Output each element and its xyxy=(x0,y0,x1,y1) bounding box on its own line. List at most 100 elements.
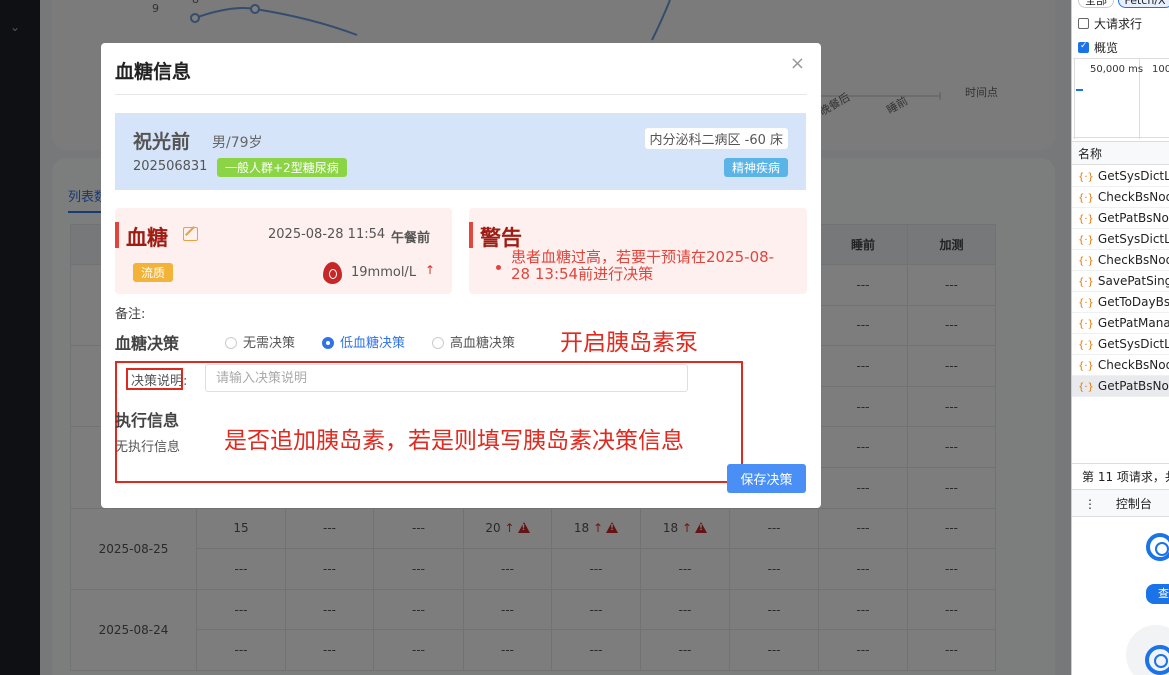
patient-id: 202506831 xyxy=(133,159,208,174)
request-item[interactable]: {·}GetPatManag xyxy=(1072,313,1169,334)
overview-label: 概览 xyxy=(1094,41,1119,55)
fetch-icon: {·} xyxy=(1078,382,1094,393)
radio-icon[interactable] xyxy=(432,337,444,349)
fetch-icon: {·} xyxy=(1078,214,1094,225)
request-name: GetPatManag xyxy=(1097,316,1169,330)
annotation-insulin-pump: 开启胰岛素泵 xyxy=(560,330,698,356)
network-timeline[interactable]: 50,000 ms 100, xyxy=(1073,58,1169,139)
fetch-icon: {·} xyxy=(1078,340,1094,351)
more-menu-icon[interactable]: ⋮ xyxy=(1084,497,1096,511)
radio-label: 无需决策 xyxy=(243,336,296,351)
radio-label: 低血糖决策 xyxy=(340,336,406,351)
fetch-icon: {·} xyxy=(1078,256,1094,267)
remark-label: 备注: xyxy=(115,307,146,322)
console-tab[interactable]: 控制台 xyxy=(1116,497,1152,511)
drawer-tabs: ⋮ 控制台 A xyxy=(1072,489,1169,517)
edit-icon[interactable] xyxy=(183,227,198,241)
request-name: GetPatBsNoc xyxy=(1097,379,1169,393)
annotation-insulin-info: 是否追加胰岛素，若是则填写胰岛素决策信息 xyxy=(224,428,684,454)
meal-period: 午餐前 xyxy=(391,231,431,246)
accent-bar xyxy=(469,222,473,248)
request-item[interactable]: {·} SavePatSingl xyxy=(1072,271,1169,292)
timeline-bar xyxy=(1076,89,1083,91)
save-decision-button[interactable]: 保存决策 xyxy=(727,464,806,493)
devtools-filter-buttons[interactable]: 全部 Fetch/X xyxy=(1078,0,1169,8)
radio-high-sugar-decision[interactable]: 高血糖决策 xyxy=(432,332,515,351)
filter-all-button[interactable]: 全部 xyxy=(1078,0,1114,8)
radio-label: 高血糖决策 xyxy=(450,336,516,351)
patient-gender-age: 男/79岁 xyxy=(212,135,263,151)
decision-label: 血糖决策 xyxy=(115,334,180,353)
devtools-panel: 全部 Fetch/X 大请求行 概览 50,000 ms 100, 名称 {·}… xyxy=(1071,0,1169,675)
radio-no-decision[interactable]: 无需决策 xyxy=(225,332,295,351)
close-icon[interactable]: × xyxy=(790,53,805,74)
divider xyxy=(115,94,807,95)
name-column-header[interactable]: 名称 xyxy=(1072,141,1169,165)
filter-fetch-button[interactable]: Fetch/X xyxy=(1117,0,1169,8)
fetch-icon: {·} xyxy=(1078,172,1094,183)
patient-disease-tag: 精神疾病 xyxy=(723,158,788,177)
request-item[interactable]: {·} CheckBsNod xyxy=(1072,250,1169,271)
diet-tag: 流质 xyxy=(133,263,174,282)
chrome-icon xyxy=(1146,533,1169,561)
request-name: GetSysDictLis xyxy=(1097,169,1169,183)
bullet-icon xyxy=(496,265,501,270)
fetch-icon: {·} xyxy=(1078,277,1094,288)
up-arrow-icon: ↑ xyxy=(425,263,436,277)
request-name: GetPatBsNoc xyxy=(1097,211,1169,225)
patient-group-tag: 一般人群+2型糖尿病 xyxy=(217,158,347,177)
radio-checked-icon[interactable] xyxy=(322,337,334,349)
pill-button[interactable]: 查 xyxy=(1146,584,1169,604)
fetch-icon: {·} xyxy=(1078,319,1094,330)
fetch-icon: {·} xyxy=(1078,193,1094,204)
blood-sugar-card: 血糖 2025-08-28 11:54 午餐前 流质 19mmol/L ↑ xyxy=(115,208,452,294)
request-item[interactable]: {·} CheckBsNod xyxy=(1072,355,1169,376)
modal-title: 血糖信息 xyxy=(115,61,192,83)
request-name: GetToDayBsT xyxy=(1097,295,1169,309)
request-item[interactable]: {·}GetSysDictLis xyxy=(1072,229,1169,250)
blood-sugar-modal: 血糖信息 × 祝光前 男/79岁 内分泌科二病区 -60 床 202506831… xyxy=(101,43,821,508)
blood-drop-icon xyxy=(323,262,342,284)
request-item[interactable]: {·} CheckBsNod xyxy=(1072,187,1169,208)
exec-info-empty: 无执行信息 xyxy=(115,440,181,455)
accent-bar xyxy=(115,222,119,248)
decision-desc-input[interactable] xyxy=(205,364,688,392)
timeline-label-50000: 50,000 ms xyxy=(1090,64,1144,75)
radio-icon[interactable] xyxy=(225,337,237,349)
large-requests-label: 大请求行 xyxy=(1094,17,1143,31)
request-list: {·}GetSysDictLis{·}CheckBsNod{·}GetPatBs… xyxy=(1072,166,1169,397)
fetch-icon: {·} xyxy=(1078,235,1094,246)
timeline-divider xyxy=(1074,59,1075,139)
chrome-icon xyxy=(1145,645,1169,675)
request-item[interactable]: {·}GetToDayBsT xyxy=(1072,292,1169,313)
timeline-label-100: 100, xyxy=(1152,64,1169,75)
overview-row[interactable]: 概览 xyxy=(1078,39,1118,56)
fetch-icon: {·} xyxy=(1078,298,1094,309)
blood-sugar-value: 19mmol/L xyxy=(351,265,417,280)
patient-card: 祝光前 男/79岁 内分泌科二病区 -60 床 202506831 一般人群+2… xyxy=(115,113,806,190)
request-name: GetSysDictLis xyxy=(1097,232,1169,246)
request-item[interactable]: {·} GetPatBsNoc xyxy=(1072,376,1169,397)
request-name: SavePatSingl xyxy=(1097,274,1169,288)
warning-card: 警告 患者血糖过高，若要干预请在2025-08-28 13:54前进行决策 xyxy=(469,208,807,294)
exec-info-label: 执行信息 xyxy=(115,411,180,430)
checkbox-icon[interactable] xyxy=(1078,18,1089,29)
request-name: CheckBsNod xyxy=(1097,253,1169,267)
measure-time: 2025-08-28 11:54 xyxy=(268,227,386,242)
request-name: CheckBsNod xyxy=(1097,358,1169,372)
request-item[interactable]: {·}GetSysDictLis xyxy=(1072,334,1169,355)
request-name: GetSysDictLis xyxy=(1097,337,1169,351)
patient-ward-bed: 内分泌科二病区 -60 床 xyxy=(644,128,788,149)
request-item[interactable]: {·} GetPatBsNoc xyxy=(1072,208,1169,229)
request-item[interactable]: {·}GetSysDictLis xyxy=(1072,166,1169,187)
radio-low-sugar-decision[interactable]: 低血糖决策 xyxy=(322,332,405,351)
warning-text: 患者血糖过高，若要干预请在2025-08-28 13:54前进行决策 xyxy=(511,248,775,283)
request-name: CheckBsNod xyxy=(1097,190,1169,204)
fetch-icon: {·} xyxy=(1078,361,1094,372)
request-status: 第 11 项请求，共 xyxy=(1072,463,1169,489)
patient-name: 祝光前 xyxy=(133,131,191,153)
blood-sugar-title: 血糖 xyxy=(126,226,168,250)
checkbox-checked-icon[interactable] xyxy=(1078,41,1089,53)
large-requests-row[interactable]: 大请求行 xyxy=(1078,15,1142,32)
decision-desc-label: 决策说明: xyxy=(131,374,188,389)
